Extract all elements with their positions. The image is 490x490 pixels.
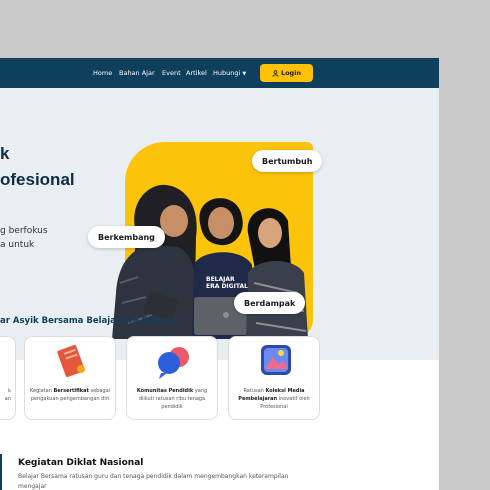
login-label: Login: [280, 69, 302, 77]
feature-card-1: k an: [0, 336, 16, 420]
shirt-logo-text-2: ERA DIGITAL: [206, 283, 248, 290]
certificate-icon: [57, 344, 85, 378]
nav-link-artikel[interactable]: Artikel: [186, 69, 207, 77]
nav-link-hubungi-label: Hubungi: [213, 69, 241, 77]
features-section-title: ar Asyik Bersama Belajar Era Digital: [0, 316, 174, 326]
diklat-title: Kegiatan Diklat Nasional: [18, 458, 144, 468]
nav-link-hubungi[interactable]: Hubungi ▼: [213, 69, 246, 77]
hero-photo-students: BELAJAR ERA DIGITAL: [112, 184, 308, 339]
hero-title-line1: k: [0, 144, 10, 163]
chat-bubbles-icon: [158, 347, 189, 379]
feature-card-2-pre: Kegiatan: [29, 388, 54, 394]
shirt-logo-line1: BELAJAR: [206, 276, 235, 283]
feature-card-2: Kegiatan Bersertifikat sebagai pengakuan…: [24, 336, 116, 420]
caret-down-icon: ▼: [242, 71, 247, 77]
feature-card-3: Komunitas Pendidik yang diikuti ratusan …: [126, 336, 218, 420]
feature-card-3-text: Komunitas Pendidik yang diikuti ratusan …: [131, 387, 213, 411]
feature-card-1-line1: k: [8, 388, 11, 394]
feature-card-2-text: Kegiatan Bersertifikat sebagai pengakuan…: [29, 387, 111, 403]
nav-link-home[interactable]: Home: [93, 69, 112, 77]
hero-title-line2: ofesional: [0, 170, 75, 189]
hero-subtitle-line2: a untuk: [0, 240, 35, 250]
shirt-logo-text: BELAJAR: [206, 276, 235, 283]
feature-card-4: Ratusan Koleksi Media Pembelajaran inova…: [228, 336, 320, 420]
feature-card-3-bold: Komunitas Pendidik: [136, 388, 194, 394]
feature-card-4-pre: Ratusan: [243, 388, 266, 394]
user-icon: [272, 69, 279, 77]
webpage: Home Bahan Ajar Event Artikel Hubungi ▼ …: [0, 58, 439, 490]
nav-link-event[interactable]: Event: [162, 69, 181, 77]
media-collection-icon: [261, 345, 291, 375]
tag-berdampak: Berdampak: [234, 292, 306, 314]
nav-link-bahan-ajar[interactable]: Bahan Ajar: [119, 69, 155, 77]
shirt-logo-line2: ERA DIGITAL: [206, 283, 248, 290]
hero-subtitle-line1: g berfokus: [0, 226, 48, 236]
feature-card-1-text: k an: [0, 387, 11, 403]
login-button[interactable]: Login: [260, 64, 313, 82]
feature-card-2-bold: Bersertifikat: [53, 388, 89, 394]
tag-bertumbuh: Bertumbuh: [252, 150, 323, 172]
feature-card-1-line2: an: [4, 396, 11, 402]
navbar: Home Bahan Ajar Event Artikel Hubungi ▼ …: [0, 58, 439, 88]
diklat-side-line: [0, 454, 2, 490]
diklat-description: Belajar Bersama ratusan guru dan tenaga …: [18, 473, 289, 490]
tag-berkembang: Berkembang: [88, 226, 165, 248]
feature-card-4-text: Ratusan Koleksi Media Pembelajaran inova…: [233, 387, 315, 411]
